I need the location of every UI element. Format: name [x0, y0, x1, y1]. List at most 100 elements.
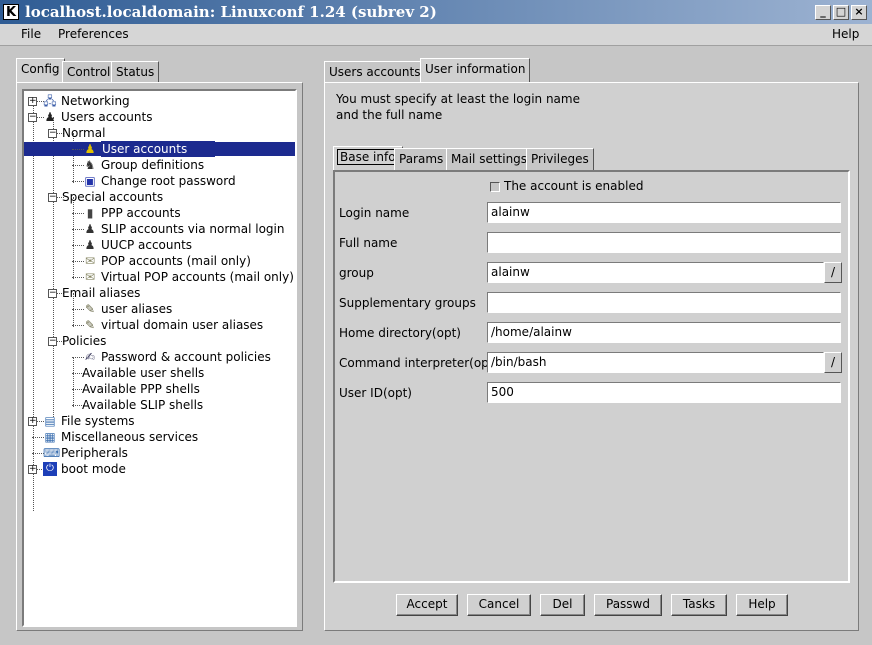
tree-item-label: Available PPP shells: [82, 382, 200, 396]
maximize-button[interactable]: □: [833, 5, 849, 20]
tree-item-label: boot mode: [61, 462, 126, 476]
tree-item-label: Special accounts: [62, 190, 164, 204]
expand-icon[interactable]: +: [28, 417, 37, 426]
tree-item[interactable]: ✉ POP accounts (mail only): [24, 253, 295, 269]
expand-icon[interactable]: +: [28, 465, 37, 474]
user-id-input[interactable]: 500: [487, 382, 841, 403]
command-interpreter-input[interactable]: /bin/bash: [487, 352, 824, 373]
tree-item-label: Virtual POP accounts (mail only): [101, 270, 294, 284]
tab-params[interactable]: Params: [394, 148, 449, 170]
command-interpreter-label: Command interpreter(opt): [339, 356, 499, 370]
tree-item[interactable]: ✉ Virtual POP accounts (mail only): [24, 269, 295, 285]
cancel-button[interactable]: Cancel: [467, 594, 531, 616]
tab-config-label: Config: [21, 62, 60, 76]
menu-file[interactable]: File: [21, 27, 41, 41]
tree-item[interactable]: Available PPP shells: [24, 381, 295, 397]
tree-item[interactable]: ♟ SLIP accounts via normal login: [24, 221, 295, 237]
home-directory-label: Home directory(opt): [339, 326, 461, 340]
tab-user-information[interactable]: User information: [420, 58, 531, 83]
tree-item-label: Change root password: [101, 174, 236, 188]
tab-user-information-label: User information: [425, 62, 526, 76]
tree-item[interactable]: − Normal: [24, 125, 295, 141]
tree-item[interactable]: ▣ Change root password: [24, 173, 295, 189]
collapse-icon[interactable]: −: [48, 337, 57, 346]
tab-users-accounts-label: Users accounts: [329, 65, 421, 79]
root-icon: ▣: [84, 174, 96, 188]
full-name-label: Full name: [339, 236, 398, 250]
tree-item[interactable]: ✍ Password & account policies: [24, 349, 295, 365]
command-interpreter-dropdown-button[interactable]: /: [824, 352, 842, 373]
tree-item-label: Users accounts: [61, 110, 153, 124]
tree-item[interactable]: + ▤ File systems: [24, 413, 295, 429]
tree-item-label: Networking: [61, 94, 130, 108]
tree-item[interactable]: ▮ PPP accounts: [24, 205, 295, 221]
tree-item[interactable]: ♞ Group definitions: [24, 157, 295, 173]
tab-users-accounts[interactable]: Users accounts: [324, 61, 426, 83]
tree-item-label: Peripherals: [61, 446, 128, 460]
user-icon: ♟: [84, 142, 96, 156]
peripherals-icon: ⌨: [43, 446, 61, 460]
menu-bar: File Preferences Help: [0, 24, 872, 46]
minimize-button[interactable]: _: [815, 5, 831, 20]
tree-item[interactable]: − Email aliases: [24, 285, 295, 301]
tree-item[interactable]: ✎ user aliases: [24, 301, 295, 317]
tree-item[interactable]: ♟ User accounts: [24, 141, 295, 157]
group-input[interactable]: alainw: [487, 262, 824, 283]
login-name-input[interactable]: alainw: [487, 202, 841, 223]
tree-item[interactable]: ✎ virtual domain user aliases: [24, 317, 295, 333]
tree-item[interactable]: ♟ UUCP accounts: [24, 237, 295, 253]
passwd-button[interactable]: Passwd: [594, 594, 662, 616]
tree-item[interactable]: + ⏻ boot mode: [24, 461, 295, 477]
tab-mail-settings[interactable]: Mail settings: [446, 148, 533, 170]
home-directory-input[interactable]: /home/alainw: [487, 322, 841, 343]
full-name-input[interactable]: [487, 232, 841, 253]
tree-item-label: Group definitions: [101, 158, 205, 172]
tree-item[interactable]: Available SLIP shells: [24, 397, 295, 413]
help-button[interactable]: Help: [736, 594, 788, 616]
tab-base-info-label: Base info: [337, 149, 399, 165]
group-icon: ♞: [84, 158, 96, 172]
tab-base-info[interactable]: Base info: [333, 146, 403, 171]
tree-item[interactable]: ▦ Miscellaneous services: [24, 429, 295, 445]
menu-help[interactable]: Help: [832, 27, 859, 41]
tree-item[interactable]: Available user shells: [24, 365, 295, 381]
tab-control[interactable]: Control: [62, 61, 116, 83]
account-enabled-label: The account is enabled: [504, 179, 644, 193]
collapse-icon[interactable]: −: [28, 113, 37, 122]
tab-config[interactable]: Config: [16, 58, 65, 83]
tree-item-label: virtual domain user aliases: [101, 318, 264, 332]
del-button[interactable]: Del: [540, 594, 585, 616]
k-icon[interactable]: K: [3, 4, 19, 20]
tab-privileges[interactable]: Privileges: [526, 148, 594, 170]
expand-icon[interactable]: +: [28, 97, 37, 106]
tree-item-label: PPP accounts: [101, 206, 181, 220]
tree-item-label: POP accounts (mail only): [101, 254, 251, 268]
tree-item-label: UUCP accounts: [101, 238, 193, 252]
user-id-label: User ID(opt): [339, 386, 412, 400]
tree-item-label: SLIP accounts via normal login: [101, 222, 285, 236]
group-dropdown-button[interactable]: /: [824, 262, 842, 283]
boot-icon: ⏻: [43, 462, 57, 476]
tab-status[interactable]: Status: [111, 61, 160, 83]
title-bar[interactable]: K localhost.localdomain: Linuxconf 1.24 …: [0, 0, 872, 24]
collapse-icon[interactable]: −: [48, 129, 57, 138]
tree-item-label: Password & account policies: [101, 350, 271, 364]
pop-icon: ✉: [84, 254, 96, 268]
window-title: localhost.localdomain: Linuxconf 1.24 (s…: [25, 3, 437, 21]
tree-item-label: Normal: [62, 126, 106, 140]
collapse-icon[interactable]: −: [48, 289, 57, 298]
tree-item[interactable]: ⌨ Peripherals: [24, 445, 295, 461]
tab-status-label: Status: [116, 65, 155, 79]
close-button[interactable]: ×: [851, 5, 867, 20]
tree-item[interactable]: − Special accounts: [24, 189, 295, 205]
account-enabled-checkbox[interactable]: [490, 182, 500, 192]
config-tree[interactable]: + 🖧 Networking − ♟ Users accounts − Normal ♟ User…: [22, 89, 297, 627]
tasks-button[interactable]: Tasks: [671, 594, 727, 616]
tree-item[interactable]: − ♟ Users accounts: [24, 109, 295, 125]
accept-button[interactable]: Accept: [396, 594, 458, 616]
collapse-icon[interactable]: −: [48, 193, 57, 202]
supplementary-groups-input[interactable]: [487, 292, 841, 313]
tree-item[interactable]: − Policies: [24, 333, 295, 349]
tree-item[interactable]: + 🖧 Networking: [24, 93, 295, 109]
menu-preferences[interactable]: Preferences: [58, 27, 129, 41]
